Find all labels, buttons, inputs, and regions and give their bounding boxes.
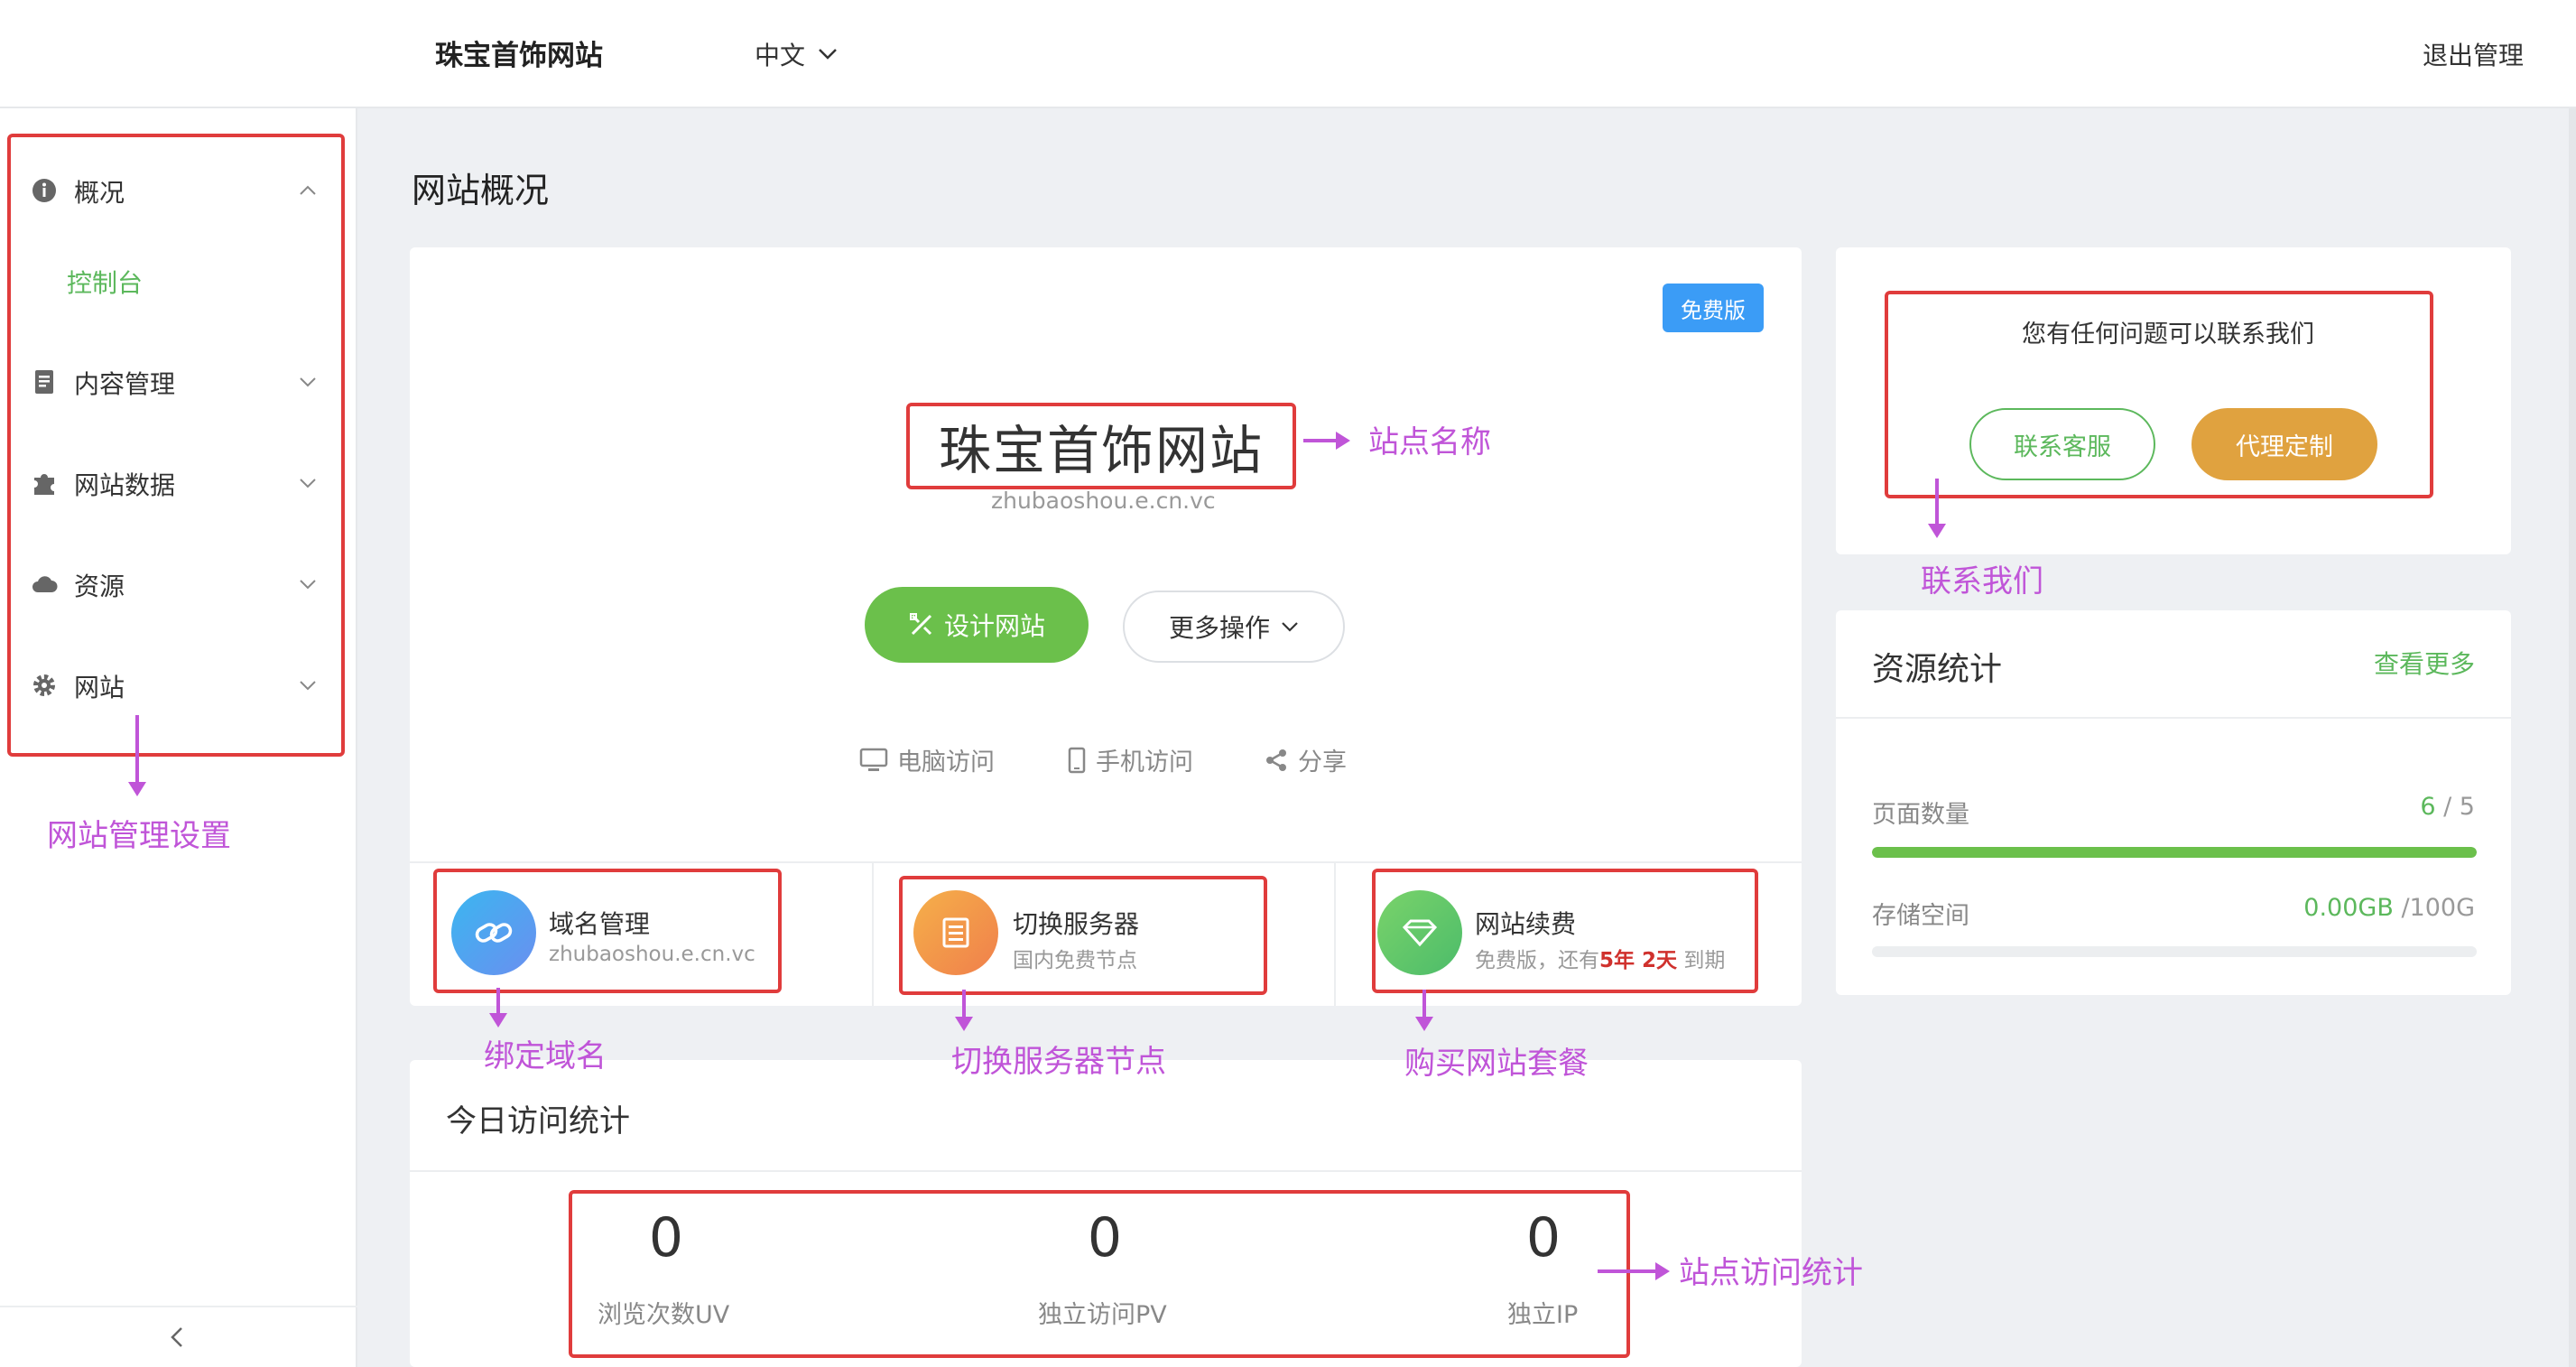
note-bind-domain: 绑定域名 (484, 1038, 607, 1074)
mobile-access-link[interactable]: 手机访问 (1067, 742, 1193, 777)
chevron-down-icon (1282, 622, 1298, 632)
service-row-divider (410, 861, 1802, 863)
plan-badge: 免费版 (1663, 284, 1764, 332)
resource-stats-title: 资源统计 (1872, 651, 2003, 688)
design-site-label: 设计网站 (943, 611, 1045, 641)
language-selector[interactable]: 中文 (755, 36, 838, 72)
storage-progress (1872, 946, 2477, 957)
top-bar: 珠宝首饰网站 中文 退出管理 (0, 0, 2576, 108)
pc-access-link[interactable]: 电脑访问 (859, 742, 995, 777)
note-switch-server: 切换服务器节点 (951, 1044, 1166, 1080)
mobile-access-label: 手机访问 (1096, 749, 1193, 776)
site-domain: zhubaoshou.e.cn.vc (991, 488, 1216, 514)
page-title: 网站概况 (412, 171, 550, 210)
share-label: 分享 (1298, 749, 1347, 776)
note-buy-plan: 购买网站套餐 (1404, 1046, 1589, 1082)
resource-divider (1836, 717, 2511, 719)
design-site-button[interactable]: 设计网站 (865, 587, 1089, 663)
design-tools-icon (909, 613, 932, 636)
more-actions-label: 更多操作 (1168, 613, 1270, 643)
arrow-contact (1928, 479, 1946, 538)
brand-title: 珠宝首饰网站 (435, 40, 603, 72)
storage-value: 0.00GB /100G (2303, 894, 2475, 922)
highlight-sidebar (7, 134, 345, 757)
share-link[interactable]: 分享 (1264, 742, 1347, 777)
language-label: 中文 (755, 41, 806, 70)
page-scrollbar[interactable] (2569, 108, 2576, 1367)
note-visit-stats: 站点访问统计 (1679, 1255, 1863, 1291)
chevron-left-icon (171, 1327, 182, 1347)
monitor-icon (859, 748, 888, 771)
highlight-site-name (906, 403, 1296, 489)
highlight-contact (1885, 291, 2433, 498)
note-site-name: 站点名称 (1368, 424, 1491, 460)
arrow-visit-stats (1598, 1262, 1670, 1280)
visit-stats-divider (410, 1170, 1802, 1172)
highlight-server (899, 876, 1267, 995)
highlight-visit-stats (569, 1190, 1630, 1358)
note-contact: 联系我们 (1921, 563, 2043, 600)
arrow-sidebar (128, 715, 146, 796)
view-more-link[interactable]: 查看更多 (2374, 645, 2475, 681)
highlight-renew (1372, 869, 1758, 993)
service-separator (872, 863, 874, 1006)
mobile-icon (1068, 747, 1086, 773)
visit-stats-title: 今日访问统计 (446, 1103, 630, 1139)
share-icon (1266, 749, 1286, 771)
more-actions-button[interactable]: 更多操作 (1123, 591, 1345, 663)
logout-link[interactable]: 退出管理 (2423, 36, 2524, 72)
pages-value: 6 / 5 (2420, 793, 2475, 821)
sidebar-collapse-bar[interactable] (0, 1306, 357, 1367)
arrow-server (955, 990, 973, 1031)
pc-access-label: 电脑访问 (897, 749, 995, 776)
highlight-domain (433, 869, 782, 993)
arrow-domain (489, 988, 507, 1028)
service-separator (1334, 863, 1336, 1006)
storage-label: 存储空间 (1872, 902, 1969, 930)
pages-label: 页面数量 (1872, 801, 1969, 829)
arrow-site-name (1303, 432, 1350, 450)
pages-progress (1872, 847, 2477, 858)
note-sidebar: 网站管理设置 (47, 818, 231, 854)
pages-progress-fill (1872, 847, 2477, 858)
chevron-down-icon (819, 49, 837, 60)
arrow-renew (1415, 990, 1433, 1031)
